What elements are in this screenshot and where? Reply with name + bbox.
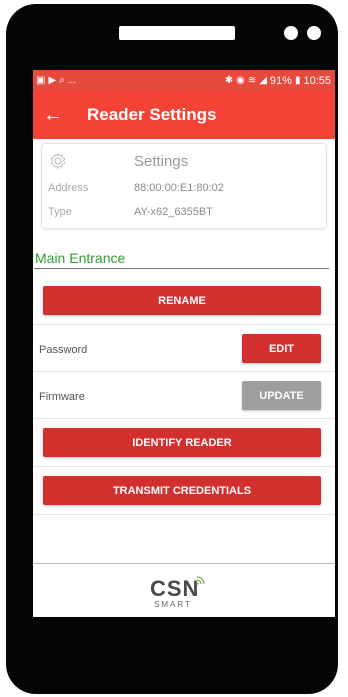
camera-dot bbox=[284, 26, 298, 40]
sensor-dot bbox=[307, 26, 321, 40]
logo-subtext: SMART bbox=[154, 600, 192, 609]
rename-button[interactable]: RENAME bbox=[43, 286, 321, 315]
divider bbox=[33, 418, 335, 419]
transmit-credentials-button[interactable]: TRANSMIT CREDENTIALS bbox=[43, 476, 321, 505]
settings-card-title: Settings bbox=[134, 153, 189, 170]
update-firmware-button[interactable]: UPDATE bbox=[242, 381, 321, 410]
signal-icon: ◢ bbox=[259, 74, 267, 86]
gear-icon bbox=[50, 152, 66, 170]
logo-text: CSN bbox=[150, 576, 200, 601]
edit-password-button[interactable]: EDIT bbox=[242, 334, 321, 363]
tag-icon: ⌕ bbox=[59, 74, 65, 86]
more-icon: ... bbox=[67, 74, 77, 86]
clock: 10:55 bbox=[303, 74, 331, 87]
address-value: 88:00:00:E1:80:02 bbox=[134, 182, 224, 194]
bluetooth-icon: ✱ bbox=[224, 74, 234, 86]
footer-divider bbox=[33, 563, 335, 564]
divider bbox=[33, 324, 335, 325]
type-label: Type bbox=[48, 206, 72, 218]
settings-card: Settings Address 88:00:00:E1:80:02 Type … bbox=[41, 143, 327, 229]
app-bar: ← Reader Settings bbox=[33, 91, 335, 139]
battery-icon: ▮ bbox=[294, 74, 301, 86]
reader-name-field[interactable]: Main Entrance bbox=[35, 250, 125, 266]
arrow-left-icon[interactable]: ← bbox=[43, 104, 73, 127]
status-bar: ▣ ▶ ⌕ ... ✱ ◉ ≋ ◢ 91% ▮ 10:55 bbox=[33, 70, 335, 91]
type-value: AY-x62_6355BT bbox=[134, 206, 213, 218]
battery-percent: 91% bbox=[269, 74, 292, 87]
wifi-icon: ≋ bbox=[247, 74, 257, 86]
app-screen: ▣ ▶ ⌕ ... ✱ ◉ ≋ ◢ 91% ▮ 10:55 ← Reader S… bbox=[33, 70, 335, 617]
csn-smart-logo: CSN SMART bbox=[150, 576, 218, 612]
divider bbox=[33, 514, 335, 515]
divider bbox=[33, 371, 335, 372]
page-title: Reader Settings bbox=[87, 105, 217, 124]
no-disturb-icon: ◉ bbox=[236, 74, 245, 86]
firmware-label: Firmware bbox=[39, 391, 85, 403]
play-icon: ▶ bbox=[48, 74, 57, 86]
password-label: Password bbox=[39, 344, 88, 356]
reader-name-underline bbox=[34, 268, 329, 269]
identify-reader-button[interactable]: IDENTIFY READER bbox=[43, 428, 321, 457]
divider bbox=[33, 466, 335, 467]
image-icon: ▣ bbox=[36, 74, 46, 86]
address-label: Address bbox=[48, 182, 89, 194]
wifi-signal-icon bbox=[196, 576, 205, 585]
speaker-grille bbox=[119, 26, 235, 40]
